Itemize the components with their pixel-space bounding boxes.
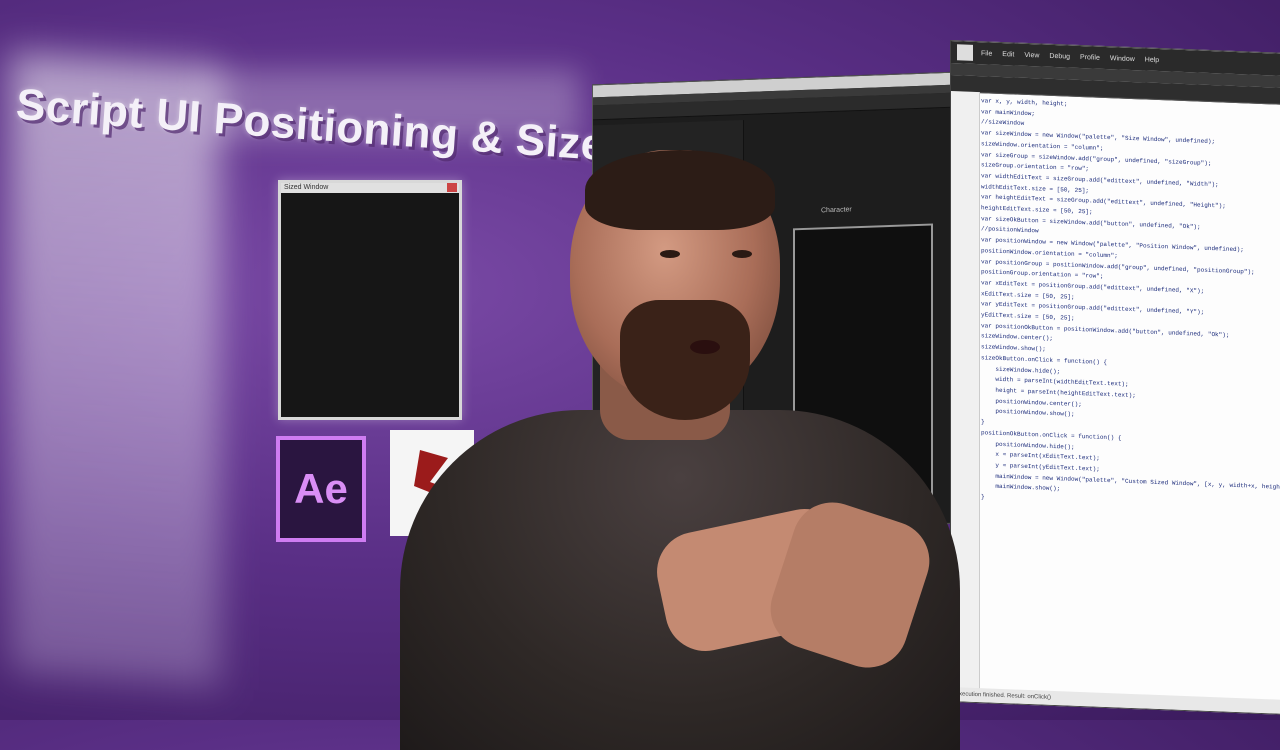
presenter-mouth bbox=[690, 340, 720, 354]
presenter-eye-left bbox=[660, 250, 680, 258]
code-editor[interactable]: var x, y, width, height; var mainWindow; /… bbox=[981, 96, 1280, 514]
status-bar: Execution finished. Result: onClick() bbox=[951, 687, 1280, 715]
extendscript-window: File Edit View Debug Profile Window Help var x… bbox=[950, 40, 1280, 716]
preview-window-titlebar: Sized Window bbox=[281, 183, 459, 193]
menu-item-file[interactable]: File bbox=[981, 50, 992, 57]
presenter-eye-right bbox=[732, 250, 752, 258]
menu-item-profile[interactable]: Profile bbox=[1080, 53, 1100, 61]
menu-item-view[interactable]: View bbox=[1024, 51, 1039, 59]
close-icon[interactable] bbox=[447, 183, 457, 192]
preview-window: Sized Window bbox=[278, 180, 462, 420]
menu-item-window[interactable]: Window bbox=[1110, 55, 1135, 63]
menu-item-edit[interactable]: Edit bbox=[1002, 51, 1014, 58]
presenter-beard bbox=[620, 300, 750, 420]
window-light-glow bbox=[10, 52, 220, 688]
presenter-hair bbox=[585, 150, 775, 230]
character-panel-label: Character bbox=[821, 206, 852, 215]
menu-item-help[interactable]: Help bbox=[1145, 56, 1159, 64]
extendscript-app-icon bbox=[957, 44, 973, 61]
menu-item-debug[interactable]: Debug bbox=[1049, 52, 1070, 60]
after-effects-logo: Ae bbox=[276, 436, 366, 542]
